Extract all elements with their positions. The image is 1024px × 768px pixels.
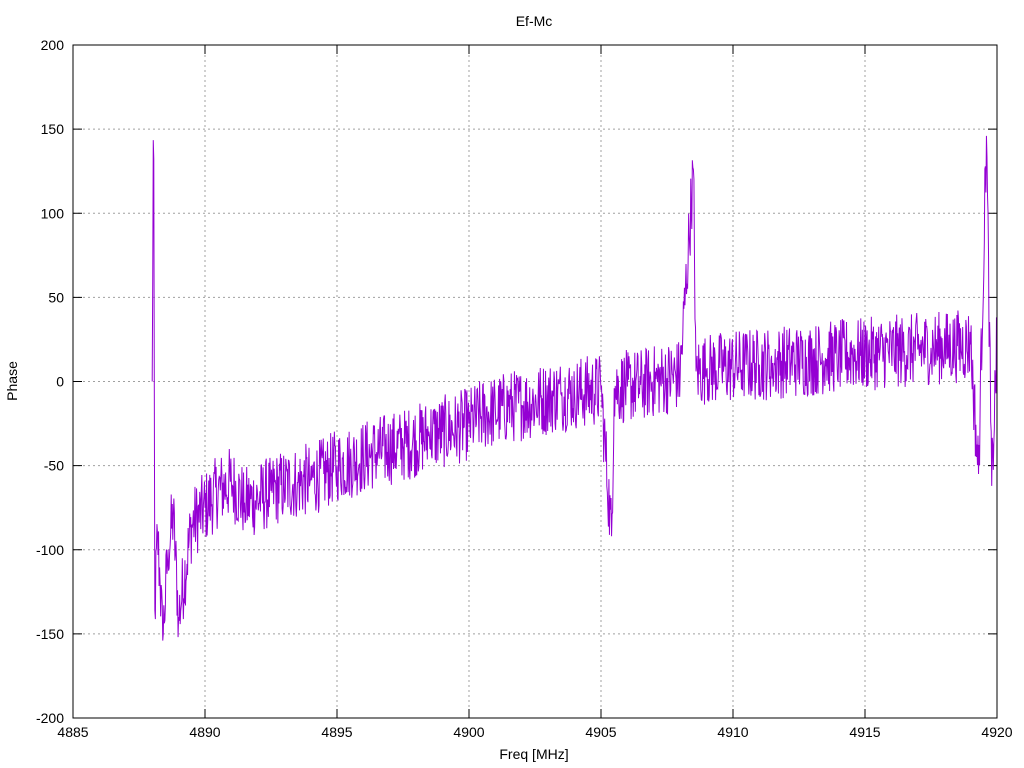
chart-title: Ef-Mc xyxy=(516,13,553,29)
x-tick-label: 4905 xyxy=(585,724,616,740)
x-axis-label: Freq [MHz] xyxy=(499,746,568,762)
x-tick-label: 4910 xyxy=(717,724,748,740)
y-tick-label: 50 xyxy=(48,289,64,305)
chart-series xyxy=(151,135,998,641)
chart-ticks: -200-150-100-500501001502004885 4890 4895 4… xyxy=(36,37,1013,740)
y-tick-label: 200 xyxy=(41,37,65,53)
x-tick-label: 4890 xyxy=(189,724,220,740)
y-tick-label: 100 xyxy=(41,205,65,221)
x-tick-label: 4915 xyxy=(849,724,880,740)
y-tick-label: 0 xyxy=(56,374,64,390)
chart-grid xyxy=(73,45,997,718)
y-axis-label: Phase xyxy=(4,361,20,401)
x-tick-label: 4885 xyxy=(57,724,88,740)
x-tick-label: 4895 xyxy=(321,724,352,740)
y-tick-label: -50 xyxy=(44,458,64,474)
x-tick-label: 4900 xyxy=(453,724,484,740)
chart-plot: Ef-Mc -200-150-100-500501001502004885 489… xyxy=(4,13,1013,762)
x-tick-label: 4920 xyxy=(981,724,1012,740)
series-line xyxy=(151,135,998,641)
y-tick-label: 150 xyxy=(41,121,65,137)
y-tick-label: -100 xyxy=(36,542,64,558)
y-tick-label: -150 xyxy=(36,626,64,642)
